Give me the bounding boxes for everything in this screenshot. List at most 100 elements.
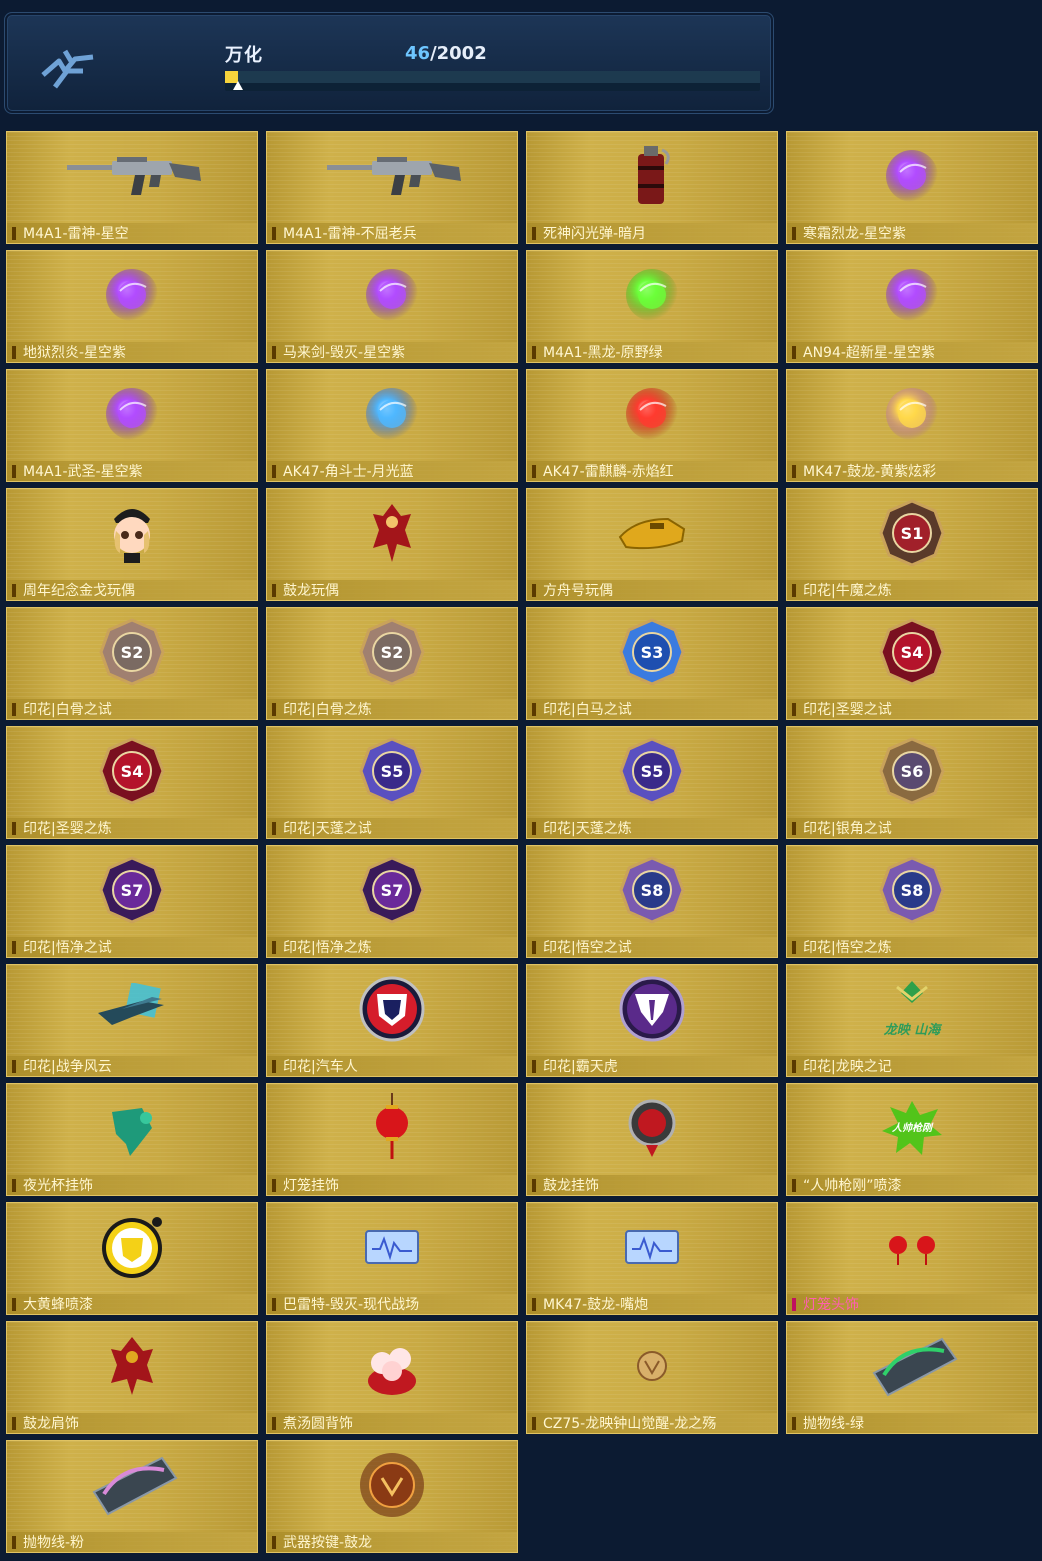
item-label: 印花|白马之试 — [527, 699, 777, 719]
item-label: 印花|白骨之炼 — [267, 699, 517, 719]
collection-item-tile[interactable]: 印花|战争风云 — [6, 964, 258, 1077]
collection-item-tile[interactable]: S8 印花|悟空之试 — [526, 845, 778, 958]
item-label: 抛物线-粉 — [7, 1532, 257, 1552]
collection-item-tile[interactable]: 大黄蜂喷漆 — [6, 1202, 258, 1315]
purple-orb-icon — [7, 251, 257, 339]
collection-item-tile[interactable]: 巴雷特-毁灭-现代战场 — [266, 1202, 518, 1315]
collection-count-current: 46 — [405, 43, 431, 64]
collection-item-tile[interactable]: 人帅枪刚 “人帅枪刚”喷漆 — [786, 1083, 1038, 1196]
dumpling-backpack-icon — [267, 1322, 517, 1410]
collection-item-tile[interactable]: S7 印花|悟净之炼 — [266, 845, 518, 958]
collection-item-tile[interactable]: S8 印花|悟空之炼 — [786, 845, 1038, 958]
player-name: 万化 — [225, 45, 263, 66]
item-label: M4A1-武圣-星空紫 — [7, 461, 257, 481]
item-label: 死神闪光弹-暗月 — [527, 223, 777, 243]
item-label: 巴雷特-毁灭-现代战场 — [267, 1294, 517, 1314]
collection-item-tile[interactable]: S2 印花|白骨之炼 — [266, 607, 518, 720]
collection-item-tile[interactable]: 寒霜烈龙-星空紫 — [786, 131, 1038, 244]
collection-item-tile[interactable]: 鼓龙挂饰 — [526, 1083, 778, 1196]
collection-item-tile[interactable]: M4A1-武圣-星空紫 — [6, 369, 258, 482]
lantern-headwear-icon — [787, 1203, 1037, 1291]
item-label: 方舟号玩偶 — [527, 580, 777, 600]
collection-item-tile[interactable]: 地狱烈炎-星空紫 — [6, 250, 258, 363]
season-badge-icon: S8 — [527, 846, 777, 934]
collection-item-tile[interactable]: S2 印花|白骨之试 — [6, 607, 258, 720]
purple-orb-icon — [787, 132, 1037, 220]
collection-item-tile[interactable]: MK47-鼓龙-嘴炮 — [526, 1202, 778, 1315]
dragon-mark-text: 龙映 山海 — [883, 1023, 941, 1038]
collection-item-tile[interactable]: 马来剑-毁灭-星空紫 — [266, 250, 518, 363]
collection-item-tile[interactable]: 周年纪念金戈玩偶 — [6, 488, 258, 601]
trajectory-green-icon — [787, 1322, 1037, 1410]
collection-item-tile[interactable]: S1 印花|牛魔之炼 — [786, 488, 1038, 601]
collection-item-tile[interactable]: CZ75-龙映钟山觉醒-龙之殇 — [526, 1321, 778, 1434]
collection-item-tile[interactable]: M4A1-雷神-星空 — [6, 131, 258, 244]
collection-item-tile[interactable]: 方舟号玩偶 — [526, 488, 778, 601]
item-label: 鼓龙挂饰 — [527, 1175, 777, 1195]
item-label: 印花|圣婴之试 — [787, 699, 1037, 719]
collection-item-tile[interactable]: 灯笼头饰 — [786, 1202, 1038, 1315]
grenade-icon — [527, 132, 777, 220]
collection-item-tile[interactable]: S4 印花|圣婴之炼 — [6, 726, 258, 839]
weapon-key-icon — [267, 1441, 517, 1529]
season-badge-icon: S7 — [7, 846, 257, 934]
collection-item-tile[interactable]: M4A1-黑龙-原野绿 — [526, 250, 778, 363]
collection-item-tile[interactable]: S5 印花|天蓬之炼 — [526, 726, 778, 839]
collection-item-tile[interactable]: 鼓龙肩饰 — [6, 1321, 258, 1434]
item-label: M4A1-黑龙-原野绿 — [527, 342, 777, 362]
item-label: 印花|白骨之试 — [7, 699, 257, 719]
svg-text:S8: S8 — [641, 881, 664, 900]
item-label: M4A1-雷神-星空 — [7, 223, 257, 243]
collection-item-tile[interactable]: S3 印花|白马之试 — [526, 607, 778, 720]
season-badge-icon: S2 — [7, 608, 257, 696]
lantern-icon — [267, 1084, 517, 1172]
season-badge-icon: S1 — [787, 489, 1037, 577]
progress-marker-icon — [233, 81, 244, 90]
cup-charm-icon — [7, 1084, 257, 1172]
season-badge-icon: S5 — [527, 727, 777, 815]
bumblebee-spray-icon — [7, 1203, 257, 1291]
collection-grid: M4A1-雷神-星空 M4A1-雷神-不屈老兵 死神闪光弹-暗月 寒霜烈龙-星空… — [6, 131, 1038, 1561]
collection-item-tile[interactable]: S7 印花|悟净之试 — [6, 845, 258, 958]
collection-item-tile[interactable]: S6 印花|银角之试 — [786, 726, 1038, 839]
collection-count-total: /2002 — [430, 43, 487, 64]
collection-item-tile[interactable]: 煮汤圆背饰 — [266, 1321, 518, 1434]
collection-item-tile[interactable]: 抛物线-绿 — [786, 1321, 1038, 1434]
player-header: 万化 46/2002 — [4, 12, 774, 114]
collection-item-tile[interactable]: S5 印花|天蓬之试 — [266, 726, 518, 839]
collection-item-tile[interactable]: 印花|汽车人 — [266, 964, 518, 1077]
collection-item-tile[interactable]: AN94-超新星-星空紫 — [786, 250, 1038, 363]
season-badge-icon: S3 — [527, 608, 777, 696]
ship-doll-icon — [527, 489, 777, 577]
trajectory-pink-icon — [7, 1441, 257, 1529]
item-label: 印花|牛魔之炼 — [787, 580, 1037, 600]
collection-item-tile[interactable]: MK47-鼓龙-黄紫炫彩 — [786, 369, 1038, 482]
card-icon — [527, 1203, 777, 1291]
item-label: 灯笼挂饰 — [267, 1175, 517, 1195]
collection-item-tile[interactable]: 印花|霸天虎 — [526, 964, 778, 1077]
collection-item-tile[interactable]: 灯笼挂饰 — [266, 1083, 518, 1196]
item-label: 寒霜烈龙-星空紫 — [787, 223, 1037, 243]
item-label: 印花|悟净之炼 — [267, 937, 517, 957]
item-label: CZ75-龙映钟山觉醒-龙之殇 — [527, 1413, 777, 1433]
collection-item-tile[interactable]: 夜光杯挂饰 — [6, 1083, 258, 1196]
dragon-mark-icon: 龙映 山海 — [787, 965, 1037, 1053]
item-label: 武器按键-鼓龙 — [267, 1532, 517, 1552]
collection-item-tile[interactable]: 抛物线-粉 — [6, 1440, 258, 1553]
collection-item-tile[interactable]: 死神闪光弹-暗月 — [526, 131, 778, 244]
svg-text:S4: S4 — [121, 762, 144, 781]
item-label: 印花|悟空之试 — [527, 937, 777, 957]
item-label: AN94-超新星-星空紫 — [787, 342, 1037, 362]
collection-item-tile[interactable]: 鼓龙玩偶 — [266, 488, 518, 601]
collection-item-tile[interactable]: AK47-雷麒麟-赤焰红 — [526, 369, 778, 482]
item-label: 印花|天蓬之炼 — [527, 818, 777, 838]
collection-item-tile[interactable]: 武器按键-鼓龙 — [266, 1440, 518, 1553]
collection-item-tile[interactable]: S4 印花|圣婴之试 — [786, 607, 1038, 720]
item-label: 印花|汽车人 — [267, 1056, 517, 1076]
season-badge-icon: S4 — [787, 608, 1037, 696]
collection-item-tile[interactable]: 龙映 山海 印花|龙映之记 — [786, 964, 1038, 1077]
item-label: 印花|龙映之记 — [787, 1056, 1037, 1076]
collection-item-tile[interactable]: M4A1-雷神-不屈老兵 — [266, 131, 518, 244]
collection-item-tile[interactable]: AK47-角斗士-月光蓝 — [266, 369, 518, 482]
season-badge-icon: S4 — [7, 727, 257, 815]
